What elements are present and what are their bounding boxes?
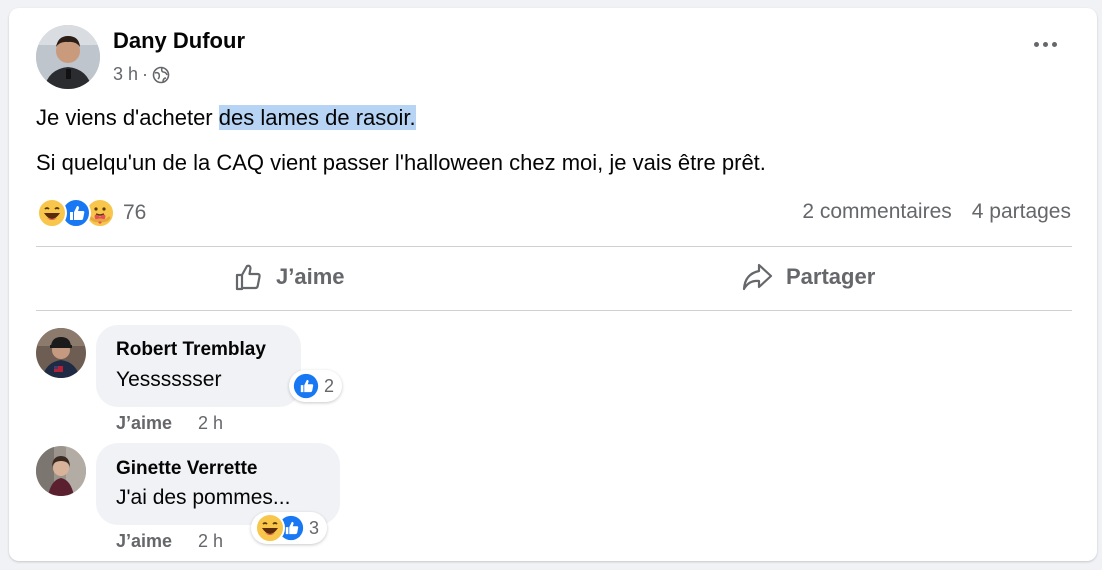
comments-count[interactable]: 2 commentaires bbox=[802, 200, 951, 224]
comment-avatar[interactable] bbox=[36, 328, 86, 378]
comment-text: Yesssssser bbox=[116, 368, 222, 391]
comment-time[interactable]: 2 h bbox=[198, 531, 223, 552]
post-time[interactable]: 3 h bbox=[113, 64, 138, 85]
reaction-summary[interactable]: 76 bbox=[37, 198, 146, 228]
comment-bubble bbox=[96, 325, 301, 407]
comment-actions: J’aime 2 h bbox=[116, 531, 223, 552]
commenter-name[interactable]: Robert Tremblay bbox=[116, 339, 266, 361]
haha-reaction-icon bbox=[37, 198, 67, 228]
post-stats: 2 commentaires 4 partages bbox=[802, 200, 1071, 224]
share-label: Partager bbox=[786, 264, 876, 289]
meta-separator: · bbox=[142, 64, 149, 84]
reaction-count: 76 bbox=[123, 201, 147, 224]
comment-like-button[interactable]: J’aime bbox=[116, 413, 172, 434]
post-author-name[interactable]: Dany Dufour bbox=[113, 28, 245, 54]
divider bbox=[36, 310, 1072, 311]
post-meta: 3 h · bbox=[113, 64, 170, 85]
like-label: J’aime bbox=[276, 264, 345, 289]
post-text-line-2: Si quelqu'un de la CAQ vient passer l'ha… bbox=[36, 150, 766, 175]
divider bbox=[36, 246, 1072, 247]
comment-reactions[interactable]: 3 bbox=[251, 512, 328, 544]
comment-reactions[interactable]: 2 bbox=[289, 370, 343, 402]
post-card: Dany Dufour 3 h · Je viens d'acheter des… bbox=[9, 8, 1097, 561]
comment-reaction-count: 3 bbox=[309, 517, 320, 538]
author-avatar[interactable] bbox=[36, 25, 100, 89]
shares-count[interactable]: 4 partages bbox=[972, 200, 1071, 224]
haha-reaction-icon bbox=[255, 513, 285, 543]
share-button[interactable]: Partager bbox=[740, 261, 875, 293]
highlighted-text: des lames de rasoir. bbox=[218, 105, 416, 130]
more-options-icon[interactable] bbox=[1034, 42, 1057, 47]
comment-avatar[interactable] bbox=[36, 446, 86, 496]
thumbs-up-icon bbox=[232, 261, 264, 293]
comment-like-button[interactable]: J’aime bbox=[116, 531, 172, 552]
post-text-line-1: Je viens d'acheter des lames de rasoir. bbox=[36, 105, 416, 130]
comment-time[interactable]: 2 h bbox=[198, 413, 223, 434]
like-reaction-icon bbox=[293, 373, 319, 399]
comment-text: J'ai des pommes... bbox=[116, 486, 291, 509]
globe-icon bbox=[152, 66, 170, 84]
comment-reaction-count: 2 bbox=[324, 375, 335, 396]
comment-actions: J’aime 2 h bbox=[116, 413, 223, 434]
like-button[interactable]: J’aime bbox=[232, 261, 345, 293]
commenter-name[interactable]: Ginette Verrette bbox=[116, 458, 258, 480]
share-arrow-icon bbox=[740, 261, 774, 293]
